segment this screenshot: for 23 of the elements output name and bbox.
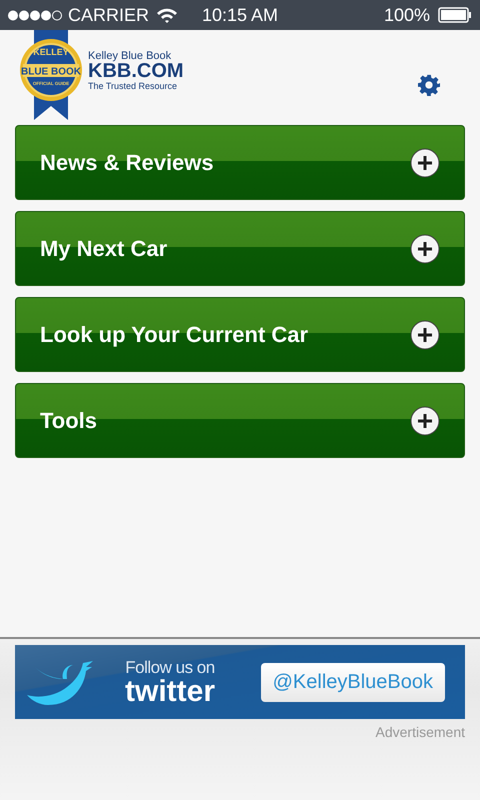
menu-item[interactable]: Look up Your Current Car (15, 297, 465, 372)
brand-domain: KBB.COM (88, 62, 184, 81)
clock-time: 10:15 AM (202, 4, 278, 26)
carrier-name: CARRIER (68, 4, 150, 26)
plus-icon (410, 148, 440, 178)
brand-tagline: The Trusted Resource (88, 81, 178, 91)
twitter-banner[interactable]: Follow us on twitter @KelleyBlueBook (15, 645, 465, 719)
twitter-wordmark: twitter (125, 678, 215, 706)
settings-icon (418, 74, 440, 96)
brand-name: Kelley Blue Book (88, 50, 172, 62)
menu-item[interactable]: My Next Car (15, 211, 465, 286)
battery-percent: 100% (384, 4, 430, 26)
signal-icon (8, 10, 62, 20)
menu-item[interactable]: News & Reviews (15, 125, 465, 200)
advertisement-label: Advertisement (376, 724, 465, 740)
battery-icon (438, 7, 472, 23)
settings-button[interactable] (418, 74, 440, 96)
plus-icon (410, 406, 440, 436)
plus-icon (410, 234, 440, 264)
plus-icon (410, 320, 440, 350)
follow-text: Follow us on (125, 658, 215, 678)
wifi-icon (156, 7, 178, 23)
menu-item[interactable]: Tools (15, 383, 465, 458)
